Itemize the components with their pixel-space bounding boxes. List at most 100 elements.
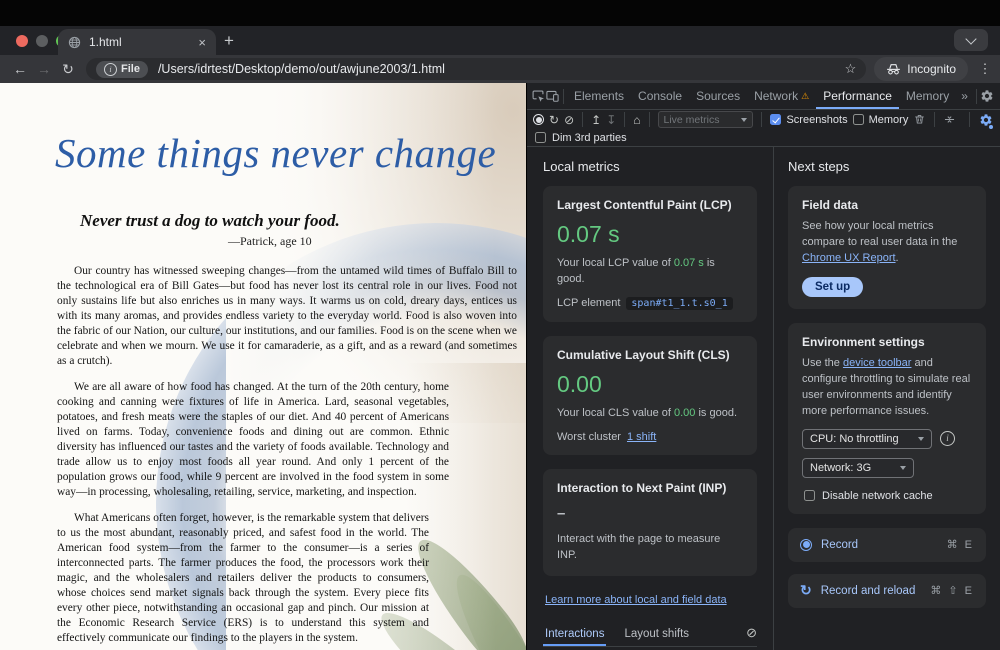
download-profile-icon[interactable]: ↧ <box>606 114 616 126</box>
back-button[interactable]: ← <box>8 61 32 77</box>
tab-sources[interactable]: Sources <box>689 83 747 109</box>
environment-settings-title: Environment settings <box>802 335 972 349</box>
record-icon[interactable] <box>533 114 544 125</box>
lcp-element-label: LCP element <box>557 297 620 309</box>
interactions-tab[interactable]: Interactions <box>543 624 606 646</box>
network-throttling-select[interactable]: Network: 3G <box>802 458 914 478</box>
learn-more-link[interactable]: Learn more about local and field data <box>545 594 727 606</box>
lcp-element-link[interactable]: span#t1_1.t.s0_1 <box>626 297 732 310</box>
tab-network[interactable]: Network ⚠ <box>747 83 816 109</box>
article-body: Our country has witnessed sweeping chang… <box>57 264 526 650</box>
disable-network-cache-checkbox[interactable] <box>804 490 815 501</box>
record-and-reload-shortcut: ⌘ ⇧ E <box>930 584 974 597</box>
dim-3rd-parties-checkbox[interactable] <box>535 132 546 143</box>
live-metrics-select[interactable]: Live metrics <box>658 111 754 128</box>
browser-tab[interactable]: 1.html × <box>58 29 216 55</box>
clear-log-icon[interactable]: ⊘ <box>746 625 757 641</box>
field-data-title: Field data <box>802 198 972 212</box>
tab-memory[interactable]: Memory <box>899 83 956 109</box>
next-steps-heading: Next steps <box>788 159 986 174</box>
incognito-badge: Incognito <box>874 57 968 81</box>
upload-profile-icon[interactable]: ↥ <box>591 114 601 126</box>
cls-value: 0.00 <box>557 371 743 398</box>
inspect-element-icon[interactable] <box>531 86 545 106</box>
tab-search-button[interactable] <box>954 29 988 51</box>
reload-and-record-icon[interactable]: ↻ <box>549 114 559 126</box>
record-label: Record <box>821 539 858 551</box>
local-metrics-heading: Local metrics <box>543 159 757 174</box>
record-button[interactable]: Record ⌘ E <box>788 528 986 562</box>
file-scheme-chip[interactable]: i File <box>96 61 148 78</box>
tab-title: 1.html <box>89 35 198 49</box>
reload-button[interactable]: ↻ <box>56 61 80 78</box>
browser-toolbar: ← → ↻ i File /Users/idrtest/Desktop/demo… <box>0 55 1000 83</box>
cls-description: Your local CLS value of 0.00 is good. <box>557 406 743 422</box>
record-and-reload-button[interactable]: ↻ Record and reload ⌘ ⇧ E <box>788 574 986 608</box>
local-metrics-column: Local metrics Largest Contentful Paint (… <box>527 147 773 650</box>
divider <box>976 89 977 104</box>
devtools-menu-icon[interactable]: ⋮ <box>994 86 1000 106</box>
divider <box>624 112 625 127</box>
dim-3rd-parties-label: Dim 3rd parties <box>552 132 627 144</box>
record-and-reload-label: Record and reload <box>821 585 916 597</box>
cpu-info-icon[interactable]: i <box>940 431 955 446</box>
memory-label: Memory <box>869 114 909 126</box>
epigraph-attribution: —Patrick, age 10 <box>228 234 526 249</box>
divider <box>969 112 970 127</box>
dropdown-arrow-icon <box>918 437 924 441</box>
screenshots-checkbox[interactable] <box>770 114 781 125</box>
worst-cluster-label: Worst cluster <box>557 431 621 443</box>
log-subtabs: Interactions Layout shifts ⊘ <box>543 624 757 647</box>
article-title: Some things never change <box>55 129 526 177</box>
tab-performance[interactable]: Performance <box>816 83 899 109</box>
worst-cluster-link[interactable]: 1 shift <box>627 431 656 443</box>
devtools-tabbar: Elements Console Sources Network ⚠ Perfo… <box>527 83 1000 110</box>
devtools-settings-gear-icon[interactable] <box>980 86 994 106</box>
dropdown-arrow-icon <box>900 466 906 470</box>
inp-value: – <box>557 505 743 522</box>
device-toolbar-link[interactable]: device toolbar <box>843 357 912 369</box>
close-window-button[interactable] <box>16 35 28 47</box>
divider <box>761 112 762 127</box>
paragraph: What Americans often forget, however, is… <box>57 511 429 646</box>
set-up-button[interactable]: Set up <box>802 277 863 297</box>
tab-console[interactable]: Console <box>631 83 689 109</box>
layout-shifts-tab[interactable]: Layout shifts <box>622 624 691 646</box>
browser-menu-button[interactable]: ⋮ <box>974 61 996 77</box>
more-tabs-button[interactable]: » <box>956 89 973 103</box>
cpu-throttling-select[interactable]: CPU: No throttling <box>802 429 932 449</box>
capture-settings-gear-icon[interactable] <box>978 110 994 130</box>
cls-title: Cumulative Layout Shift (CLS) <box>557 348 743 362</box>
warning-icon: ⚠ <box>801 91 809 102</box>
info-icon: i <box>104 63 117 76</box>
cls-card: Cumulative Layout Shift (CLS) 0.00 Your … <box>543 336 757 455</box>
field-data-card: Field data See how your local metrics co… <box>788 186 986 309</box>
collect-garbage-icon[interactable] <box>913 110 926 130</box>
divider <box>582 112 583 127</box>
paragraph: Our country has witnessed sweeping chang… <box>57 264 517 369</box>
tab-elements[interactable]: Elements <box>567 83 631 109</box>
bookmark-star-icon[interactable]: ☆ <box>845 61 857 77</box>
window-titlebar <box>0 0 1000 26</box>
globe-favicon-icon <box>68 36 81 49</box>
clear-icon[interactable]: ⊘ <box>564 114 574 126</box>
incognito-label: Incognito <box>907 62 956 76</box>
url-text[interactable]: /Users/idrtest/Desktop/demo/out/awjune20… <box>158 62 845 76</box>
home-icon[interactable]: ⌂ <box>633 114 640 126</box>
forward-button[interactable]: → <box>32 61 56 77</box>
cls-worst-cluster-row: Worst cluster 1 shift <box>557 431 743 443</box>
dropdown-arrow-icon <box>741 118 747 122</box>
address-bar[interactable]: i File /Users/idrtest/Desktop/demo/out/a… <box>86 58 866 80</box>
tab-close-icon[interactable]: × <box>198 35 206 50</box>
device-toolbar-icon[interactable] <box>545 86 560 106</box>
dim-3rd-parties-row: Dim 3rd parties <box>527 129 1000 147</box>
chrome-ux-report-link[interactable]: Chrome UX Report <box>802 252 896 264</box>
file-chip-label: File <box>121 63 140 75</box>
new-tab-button[interactable]: + <box>224 31 234 51</box>
resize-panels-icon[interactable] <box>943 110 956 130</box>
record-icon <box>800 539 812 551</box>
minimize-window-button[interactable] <box>36 35 48 47</box>
chevron-down-icon <box>965 33 976 44</box>
inp-description: Interact with the page to measure INP. <box>557 532 743 564</box>
memory-checkbox[interactable] <box>853 114 864 125</box>
